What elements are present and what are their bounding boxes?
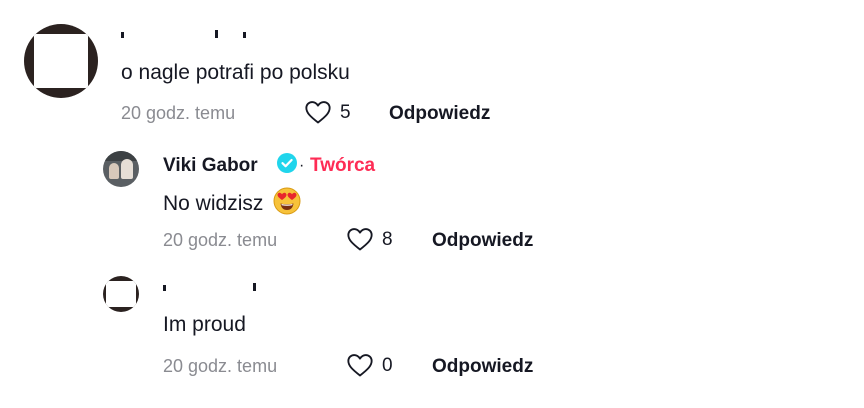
separator-dot: · <box>299 157 305 174</box>
redacted-username-remnant <box>163 283 256 291</box>
avatar[interactable] <box>103 276 139 312</box>
reply-button[interactable]: Odpowiedz <box>432 230 533 252</box>
redaction-block <box>34 34 88 88</box>
like-count: 0 <box>382 355 393 376</box>
like-count: 8 <box>382 229 393 250</box>
reply-button[interactable]: Odpowiedz <box>432 356 533 378</box>
comment-text: o nagle potrafi po polsku <box>121 61 350 84</box>
heart-icon[interactable] <box>346 352 374 378</box>
heart-icon[interactable] <box>346 226 374 252</box>
comment-text: No widzisz <box>163 187 301 216</box>
heart-eyes-emoji-icon <box>273 187 301 215</box>
comment-text: Im proud <box>163 313 246 336</box>
heart-icon[interactable] <box>304 99 332 125</box>
avatar[interactable] <box>24 24 98 98</box>
comment-text-content: No widzisz <box>163 192 264 215</box>
like-count: 5 <box>340 102 351 123</box>
redacted-username-remnant <box>121 30 246 38</box>
reply-button[interactable]: Odpowiedz <box>389 103 490 125</box>
comment-timestamp: 20 godz. temu <box>163 356 278 376</box>
avatar[interactable] <box>103 151 139 187</box>
redaction-block <box>106 281 136 307</box>
verified-badge-icon <box>277 153 297 173</box>
comment-timestamp: 20 godz. temu <box>163 230 278 250</box>
creator-badge: Twórca <box>310 155 376 176</box>
comment-username[interactable]: Viki Gabor <box>163 155 258 177</box>
comment-timestamp: 20 godz. temu <box>121 103 236 123</box>
